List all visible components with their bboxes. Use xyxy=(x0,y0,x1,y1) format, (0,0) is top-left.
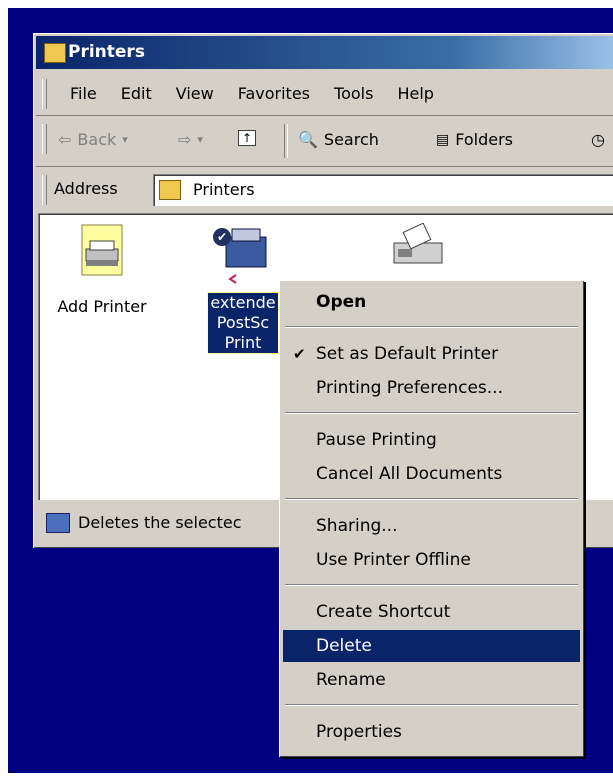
fax-printer-item[interactable] xyxy=(378,223,458,269)
folders-icon: ▤ xyxy=(436,131,450,148)
svg-text:✔: ✔ xyxy=(217,230,227,244)
search-button[interactable]: 🔍 Search xyxy=(298,130,379,149)
network-printer-icon: ✔ xyxy=(213,228,267,284)
menu-divider xyxy=(285,498,578,500)
menu-pause-printing[interactable]: Pause Printing xyxy=(283,424,580,456)
menu-printing-preferences[interactable]: Printing Preferences... xyxy=(283,372,580,404)
menu-sharing[interactable]: Sharing... xyxy=(283,510,580,542)
history-icon: ◷ xyxy=(591,130,605,149)
title-bar[interactable]: Printers xyxy=(36,36,613,69)
menu-divider xyxy=(285,412,578,414)
printer-label-line3: Print xyxy=(224,333,262,352)
address-bar: Address Printers xyxy=(36,167,613,211)
menu-tools[interactable]: Tools xyxy=(322,84,385,103)
address-label: Address xyxy=(54,179,118,198)
menu-create-shortcut[interactable]: Create Shortcut xyxy=(283,596,580,628)
menu-rename[interactable]: Rename xyxy=(283,664,580,696)
printer-context-menu: Open ✔ Set as Default Printer Printing P… xyxy=(279,280,584,757)
addressbar-grip[interactable] xyxy=(42,175,47,205)
toolbar-separator xyxy=(284,124,288,158)
forward-arrow-icon: ⇨ xyxy=(178,130,192,149)
printers-folder-icon xyxy=(159,180,181,200)
toolbar: ⇦ Back ▾ ⇨ ▾ ↑ 🔍 Search ▤ Folders ◷ xyxy=(36,116,613,167)
menu-file[interactable]: File xyxy=(58,84,109,103)
menu-delete-label: Delete xyxy=(316,636,372,656)
back-label: Back xyxy=(77,130,117,149)
menu-divider xyxy=(285,326,578,328)
window-title: Printers xyxy=(68,42,145,62)
menu-properties[interactable]: Properties xyxy=(283,716,580,748)
menu-pause-printing-label: Pause Printing xyxy=(316,430,437,450)
menu-properties-label: Properties xyxy=(316,722,402,742)
menubar-grip[interactable] xyxy=(42,79,47,109)
menu-rename-label: Rename xyxy=(316,670,386,690)
menu-edit[interactable]: Edit xyxy=(109,84,164,103)
fax-printer-icon xyxy=(393,223,443,264)
back-arrow-icon: ⇦ xyxy=(58,130,72,149)
forward-dropdown-icon: ▾ xyxy=(197,133,203,146)
printer-label-line1: extende xyxy=(210,293,276,312)
menu-favorites[interactable]: Favorites xyxy=(226,84,322,103)
computer-icon xyxy=(46,513,70,533)
menu-use-offline-label: Use Printer Offline xyxy=(316,550,471,570)
address-input[interactable]: Printers xyxy=(153,174,613,206)
menu-delete[interactable]: Delete xyxy=(283,630,580,662)
back-button[interactable]: ⇦ Back ▾ xyxy=(58,130,128,149)
menu-open-label: Open xyxy=(316,292,367,312)
add-printer-item[interactable]: Add Printer xyxy=(52,223,152,316)
add-printer-icon xyxy=(81,224,123,276)
menu-sharing-label: Sharing... xyxy=(316,516,398,536)
menu-set-default[interactable]: ✔ Set as Default Printer xyxy=(283,338,580,370)
up-folder-button[interactable]: ↑ xyxy=(238,130,257,146)
menu-printing-preferences-label: Printing Preferences... xyxy=(316,378,503,398)
forward-button[interactable]: ⇨ ▾ xyxy=(178,130,203,149)
add-printer-label: Add Printer xyxy=(57,297,147,316)
menu-use-offline[interactable]: Use Printer Offline xyxy=(283,544,580,576)
search-label: Search xyxy=(323,130,379,149)
menu-view[interactable]: View xyxy=(164,84,226,103)
menu-cancel-all-label: Cancel All Documents xyxy=(316,464,503,484)
menu-create-shortcut-label: Create Shortcut xyxy=(316,602,451,622)
menu-divider xyxy=(285,704,578,706)
menu-bar: File Edit View Favorites Tools Help xyxy=(36,71,613,116)
folders-label: Folders xyxy=(455,130,514,149)
menu-cancel-all[interactable]: Cancel All Documents xyxy=(283,458,580,490)
menu-divider xyxy=(285,584,578,586)
printer-label-selected: extende PostSc Print xyxy=(207,292,279,354)
status-text: Deletes the selectec xyxy=(78,513,242,532)
printers-folder-icon xyxy=(44,43,66,63)
search-icon: 🔍 xyxy=(298,130,318,149)
up-folder-icon: ↑ xyxy=(238,130,257,146)
history-button[interactable]: ◷ xyxy=(591,130,605,149)
back-dropdown-icon: ▾ xyxy=(122,133,128,146)
menu-open[interactable]: Open xyxy=(283,286,580,318)
checkmark-icon: ✔ xyxy=(293,345,306,363)
toolbar-grip[interactable] xyxy=(42,124,47,154)
folders-button[interactable]: ▤ Folders xyxy=(436,130,513,149)
menu-set-default-label: Set as Default Printer xyxy=(316,344,499,364)
printer-label-line2: PostSc xyxy=(216,313,270,332)
menu-help[interactable]: Help xyxy=(385,84,445,103)
address-value: Printers xyxy=(193,180,255,199)
